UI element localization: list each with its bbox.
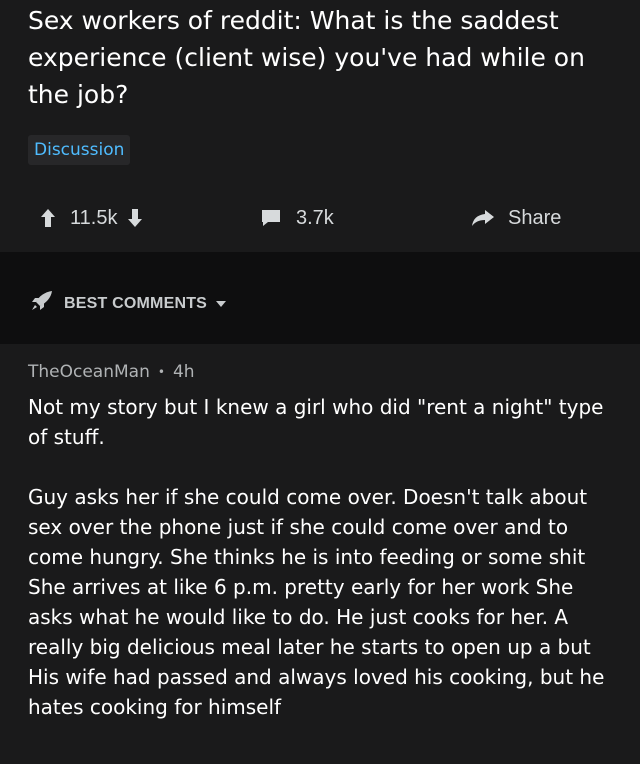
- comment-body: Not my story but I knew a girl who did "…: [28, 392, 612, 722]
- comment-age: 4h: [172, 362, 195, 382]
- vote-controls: 11.5k: [40, 198, 143, 238]
- post-actions: 11.5k 3.7k Share: [0, 198, 640, 238]
- upvote-icon[interactable]: [40, 208, 56, 228]
- comment-paragraph: Guy asks her if she could come over. Doe…: [28, 485, 605, 719]
- comment: TheOceanMan • 4h Not my story but I knew…: [0, 344, 640, 764]
- share-button[interactable]: Share: [470, 198, 561, 238]
- sort-label: BEST COMMENTS: [64, 294, 208, 312]
- sort-bar: BEST COMMENTS: [0, 252, 640, 344]
- comment-author[interactable]: TheOceanMan: [28, 362, 150, 382]
- comment-icon: [260, 208, 282, 228]
- share-label: Share: [508, 206, 562, 229]
- comment-meta: TheOceanMan • 4h: [28, 362, 612, 382]
- meta-separator: •: [157, 365, 165, 379]
- downvote-icon[interactable]: [127, 208, 143, 228]
- comments-count: 3.7k: [296, 206, 334, 229]
- post-title[interactable]: Sex workers of reddit: What is the sadde…: [28, 2, 612, 113]
- rocket-icon: [30, 290, 54, 317]
- flair-badge[interactable]: Discussion: [28, 135, 131, 165]
- chevron-down-icon: [215, 295, 227, 313]
- comments-button[interactable]: 3.7k: [260, 198, 334, 238]
- share-icon: [470, 208, 496, 228]
- comment-paragraph: Not my story but I knew a girl who did "…: [28, 395, 604, 449]
- post-header: Sex workers of reddit: What is the sadde…: [0, 0, 640, 252]
- sort-dropdown[interactable]: BEST COMMENTS: [30, 290, 227, 317]
- vote-count: 11.5k: [70, 206, 118, 229]
